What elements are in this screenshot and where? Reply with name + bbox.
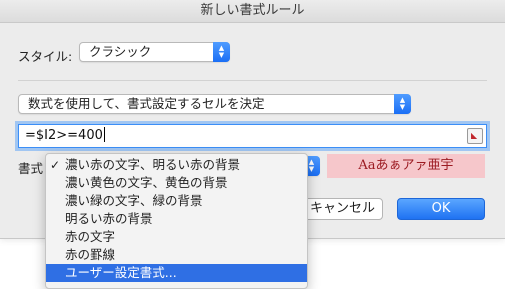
rule-type-select[interactable]: 数式を使用して、書式設定するセルを決定 ▲ ▼ xyxy=(18,94,411,114)
separator xyxy=(18,80,487,81)
formula-input[interactable]: =$I2>=400 ◣ xyxy=(18,124,487,148)
menu-item-yellow-fill-dark-yellow-text[interactable]: 濃い黄色の文字、黄色の背景 xyxy=(46,174,307,192)
format-preview: Aaあぁアァ亜宇 xyxy=(327,154,485,178)
menu-item-label: 濃い緑の文字、緑の背景 xyxy=(65,193,203,208)
menu-item-green-fill-dark-green-text[interactable]: 濃い緑の文字、緑の背景 xyxy=(46,192,307,210)
menu-item-red-text[interactable]: 赤の文字 xyxy=(46,228,307,246)
collapse-dialog-icon[interactable]: ◣ xyxy=(467,128,483,144)
menu-item-label: 濃い黄色の文字、黄色の背景 xyxy=(65,175,228,190)
chevron-updown-icon: ▲ ▼ xyxy=(394,94,411,114)
menu-item-label: 濃い赤の文字、明るい赤の背景 xyxy=(65,157,241,172)
format-label: 書式 xyxy=(18,161,44,176)
text-caret xyxy=(103,127,105,142)
menu-item-red-border[interactable]: 赤の罫線 xyxy=(46,246,307,264)
menu-item-label: 明るい赤の背景 xyxy=(65,211,153,226)
cancel-button[interactable]: キャンセル xyxy=(302,198,383,220)
style-label: スタイル: xyxy=(18,49,73,64)
chevron-updown-icon: ▲ ▼ xyxy=(213,42,230,62)
menu-item-label: ユーザー設定書式... xyxy=(65,265,177,280)
format-dropdown-menu: ✓ 濃い赤の文字、明るい赤の背景 濃い黄色の文字、黄色の背景 濃い緑の文字、緑の… xyxy=(45,153,308,289)
rule-type-value: 数式を使用して、書式設定するセルを決定 xyxy=(28,96,265,111)
checkmark-icon: ✓ xyxy=(50,158,61,172)
formula-value: =$I2>=400 xyxy=(25,128,103,143)
menu-item-label: 赤の文字 xyxy=(65,229,116,244)
window-title: 新しい書式ルール xyxy=(0,0,505,23)
ok-button[interactable]: OK xyxy=(397,198,485,220)
menu-item-label: 赤の罫線 xyxy=(65,247,116,262)
menu-item-custom-format[interactable]: ユーザー設定書式... xyxy=(46,264,307,282)
style-select[interactable]: クラシック ▲ ▼ xyxy=(79,42,230,62)
menu-item-light-red-fill[interactable]: 明るい赤の背景 xyxy=(46,210,307,228)
style-select-value: クラシック xyxy=(89,44,152,59)
menu-item-light-red-fill-dark-red-text[interactable]: ✓ 濃い赤の文字、明るい赤の背景 xyxy=(46,156,307,174)
